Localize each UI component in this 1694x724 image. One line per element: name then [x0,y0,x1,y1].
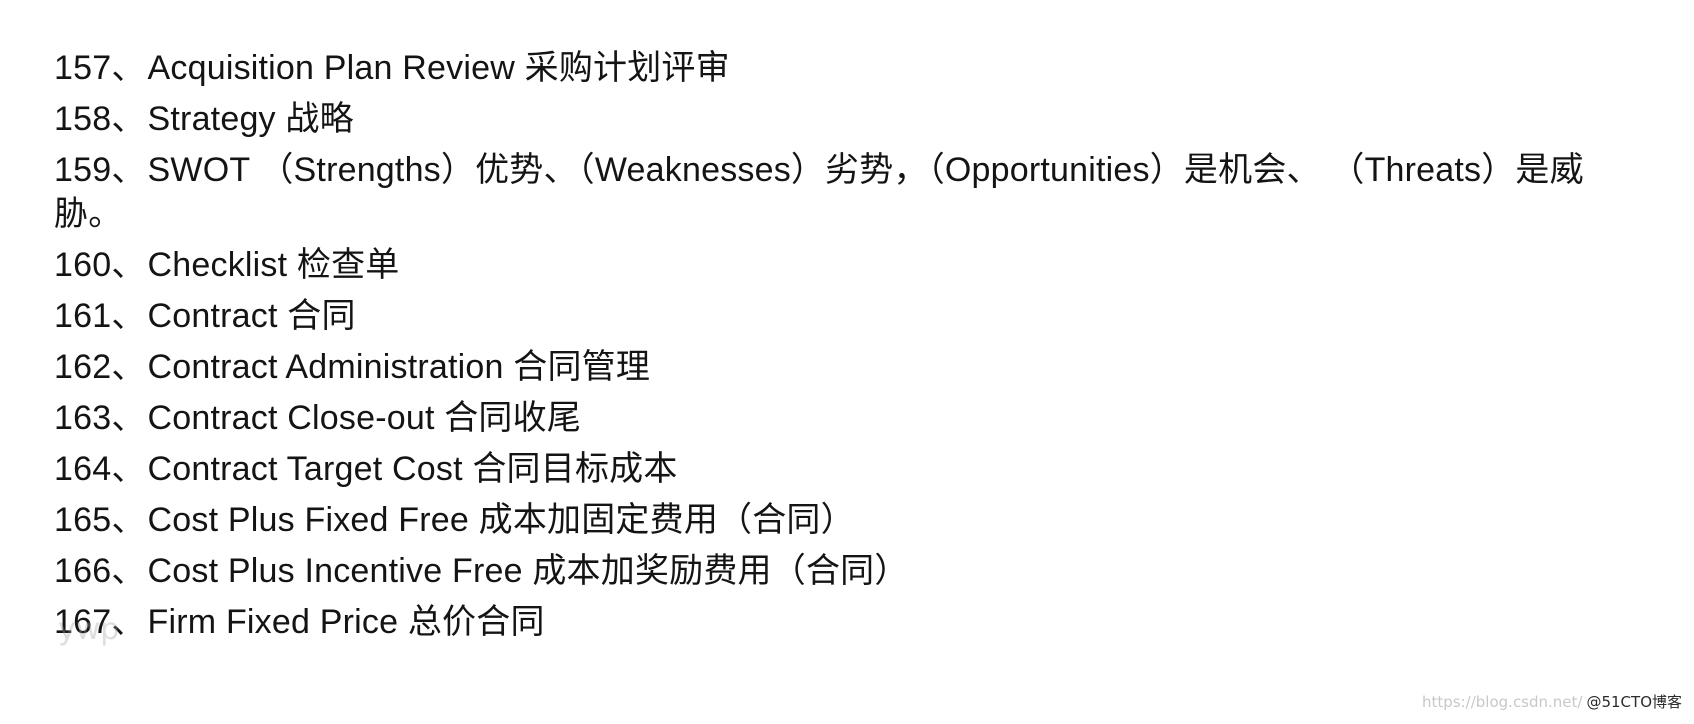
entry-text: Strategy 战略 [147,100,354,138]
list-item: 164、Contract Target Cost 合同目标成本 [54,444,1654,495]
entry-number: 157 [54,49,112,87]
list-item: 158、Strategy 战略 [54,94,1654,145]
entry-number: 160 [54,246,112,284]
entry-text: Contract 合同 [147,297,356,335]
entry-number: 163 [54,399,112,437]
entry-text: SWOT （Strengths）优势、（Weaknesses）劣势，（Oppor… [54,151,1584,233]
entry-number: 166 [54,552,112,590]
entry-separator: 、 [111,151,146,189]
entry-separator: 、 [111,297,146,335]
list-item: 162、Contract Administration 合同管理 [54,342,1654,393]
entry-separator: 、 [111,450,146,488]
entry-text: Contract Administration 合同管理 [147,348,651,386]
entry-separator: 、 [111,246,146,284]
entry-separator: 、 [111,399,146,437]
entry-text: Cost Plus Incentive Free 成本加奖励费用（合同） [147,552,909,590]
list-item: 157、Acquisition Plan Review 采购计划评审 [54,43,1654,94]
entry-number: 162 [54,348,112,386]
entry-text: Firm Fixed Price 总价合同 [147,603,545,641]
list-item: 159、SWOT （Strengths）优势、（Weaknesses）劣势，（O… [54,145,1614,240]
document-page: 157、Acquisition Plan Review 采购计划评审 158、S… [0,0,1694,724]
entry-text: Contract Close-out 合同收尾 [147,399,582,437]
list-item: 166、Cost Plus Incentive Free 成本加奖励费用（合同） [54,546,1654,597]
entry-number: 161 [54,297,112,335]
entry-number: 159 [54,151,112,189]
entry-separator: 、 [111,100,146,138]
entry-text: Acquisition Plan Review 采购计划评审 [147,49,730,87]
entry-number: 165 [54,501,112,539]
entry-separator: 、 [111,348,146,386]
entry-separator: 、 [111,49,146,87]
entry-separator: 、 [111,552,146,590]
list-item: 163、Contract Close-out 合同收尾 [54,393,1654,444]
video-watermark: ywp [58,612,120,647]
entry-number: 158 [54,100,112,138]
url-watermark: https://blog.csdn.net/ [1422,693,1583,711]
brand-watermark: @51CTO博客 [1586,693,1682,711]
entry-number: 164 [54,450,112,488]
entry-text: Cost Plus Fixed Free 成本加固定费用（合同） [147,501,855,539]
entry-text: Contract Target Cost 合同目标成本 [147,450,678,488]
list-item: 167、Firm Fixed Price 总价合同 [54,597,1654,648]
site-watermark: https://blog.csdn.net/@51CTO博客 [1422,691,1682,712]
entry-text: Checklist 检查单 [147,246,400,284]
list-item: 165、Cost Plus Fixed Free 成本加固定费用（合同） [54,495,1654,546]
entry-separator: 、 [111,501,146,539]
glossary-list: 157、Acquisition Plan Review 采购计划评审 158、S… [54,43,1654,648]
list-item: 161、Contract 合同 [54,291,1654,342]
list-item: 160、Checklist 检查单 [54,240,1654,291]
